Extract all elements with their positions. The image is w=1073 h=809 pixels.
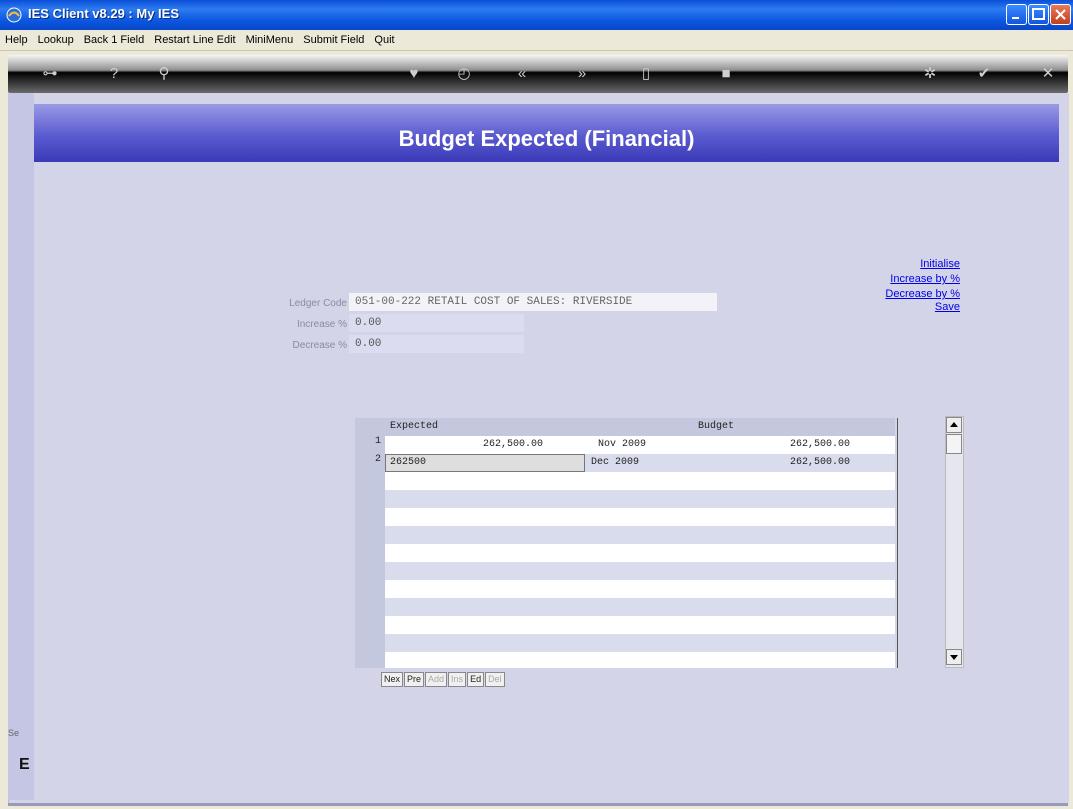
menu-minimenu[interactable]: MiniMenu [241, 31, 299, 46]
title-bar[interactable]: IES Client v8.29 : My IES [0, 0, 1073, 31]
menu-bar: Help Lookup Back 1 Field Restart Line Edit M… [0, 30, 1073, 51]
table-row[interactable] [385, 490, 895, 508]
table-row[interactable] [385, 598, 895, 616]
decrease-percent-field[interactable]: 0.00 [349, 335, 524, 353]
close-icon[interactable]: ✕ [1038, 64, 1058, 84]
page-title: Budget Expected (Financial) [398, 126, 695, 151]
decrease-by-percent-link[interactable]: Decrease by % [885, 288, 960, 300]
stop-icon[interactable]: ■ [716, 64, 736, 84]
row-number: 1 [374, 436, 381, 447]
app-window: IES Client v8.29 : My IES Help Lookup Back… [0, 0, 1073, 809]
clock-icon[interactable]: ◴ [454, 64, 474, 84]
maximize-button[interactable] [1028, 4, 1049, 25]
toolbar: ⊶ ? ⚲ ♥ ◴ « » ▯ ■ ✲ ✔ ✕ [8, 55, 1068, 93]
menu-back-1-field[interactable]: Back 1 Field [79, 31, 150, 46]
budget-cell: 262,500.00 [790, 457, 851, 468]
table-row[interactable] [385, 508, 895, 526]
scroll-thumb[interactable] [946, 434, 962, 454]
status-area: Se E [8, 720, 34, 800]
table-row[interactable] [385, 544, 895, 562]
edit-button[interactable]: Ed [467, 672, 485, 687]
menu-submit-field[interactable]: Submit Field [298, 31, 369, 46]
scroll-down-button[interactable] [946, 649, 962, 665]
page-header: Budget Expected (Financial) [34, 104, 1059, 162]
scroll-up-button[interactable] [946, 417, 962, 433]
grid-scrollbar[interactable] [945, 416, 964, 668]
left-strip [8, 93, 34, 793]
table-row[interactable] [385, 580, 895, 598]
arrow-up-icon [950, 422, 958, 427]
save-link[interactable]: Save [935, 301, 960, 313]
expected-edit-input[interactable]: 262500 [385, 454, 585, 472]
minimize-button[interactable] [1006, 4, 1027, 25]
row-number: 2 [374, 454, 381, 465]
table-row[interactable] [385, 652, 895, 668]
check-icon[interactable]: ✔ [974, 64, 994, 84]
period-cell: Nov 2009 [598, 439, 647, 450]
initialise-link[interactable]: Initialise [920, 258, 960, 270]
heart-icon[interactable]: ♥ [404, 64, 424, 84]
table-row[interactable]: 1 262,500.00 Nov 2009 262,500.00 [375, 436, 895, 454]
expected-cell[interactable]: 262,500.00 [483, 439, 543, 450]
insert-button[interactable]: Ins [448, 672, 467, 687]
menu-quit[interactable]: Quit [369, 31, 399, 46]
header-expected: Expected [390, 421, 439, 432]
table-row[interactable] [385, 562, 895, 580]
help-icon[interactable]: ? [104, 64, 124, 84]
header-budget: Budget [698, 421, 735, 432]
ledger-code-label: Ledger Code [289, 298, 347, 309]
table-row[interactable] [385, 634, 895, 652]
bottom-border [8, 803, 1068, 806]
period-cell: Dec 2009 [591, 457, 640, 468]
status-text: Se [8, 728, 20, 738]
app-logo-icon [6, 7, 22, 23]
table-row[interactable] [385, 616, 895, 634]
menu-help[interactable]: Help [0, 31, 33, 46]
grid-header: Expected Budget [385, 418, 895, 436]
action-links: Initialise Increase by % Decrease by % S… [850, 258, 960, 318]
gear-icon[interactable]: ✲ [920, 64, 940, 84]
menu-lookup[interactable]: Lookup [33, 31, 79, 46]
forward-icon[interactable]: » [572, 64, 592, 84]
key-icon[interactable]: ⊶ [30, 64, 70, 84]
menu-restart-line-edit[interactable]: Restart Line Edit [149, 31, 240, 46]
add-button[interactable]: Add [425, 672, 448, 687]
arrow-down-icon [950, 655, 958, 660]
close-icon [1055, 9, 1066, 20]
rewind-icon[interactable]: « [512, 64, 532, 84]
table-row[interactable] [385, 472, 895, 490]
grid-button-bar: Nex Pre Add Ins Ed Del [381, 669, 506, 687]
delete-button[interactable]: Del [485, 672, 505, 687]
next-button[interactable]: Nex [381, 672, 404, 687]
increase-percent-field[interactable]: 0.00 [349, 314, 524, 332]
decrease-percent-label: Decrease % [292, 340, 347, 351]
close-window-button[interactable] [1050, 4, 1071, 25]
document-icon[interactable]: ▯ [636, 64, 656, 84]
budget-grid: Expected Budget 1 262,500.00 Nov 2009 26… [355, 418, 898, 668]
previous-button[interactable]: Pre [404, 672, 425, 687]
search-icon[interactable]: ⚲ [154, 64, 174, 84]
window-title: IES Client v8.29 : My IES [28, 6, 179, 21]
budget-cell: 262,500.00 [790, 439, 851, 450]
table-row[interactable]: 2 262500 Dec 2009 262,500.00 [375, 454, 895, 472]
increase-by-percent-link[interactable]: Increase by % [890, 273, 960, 285]
status-e-icon: E [19, 756, 30, 773]
maximize-icon [1032, 8, 1045, 20]
ledger-code-field[interactable]: 051-00-222 RETAIL COST OF SALES: RIVERSI… [349, 293, 717, 311]
minimize-icon [1012, 17, 1019, 19]
table-row[interactable] [385, 526, 895, 544]
increase-percent-label: Increase % [296, 319, 347, 330]
